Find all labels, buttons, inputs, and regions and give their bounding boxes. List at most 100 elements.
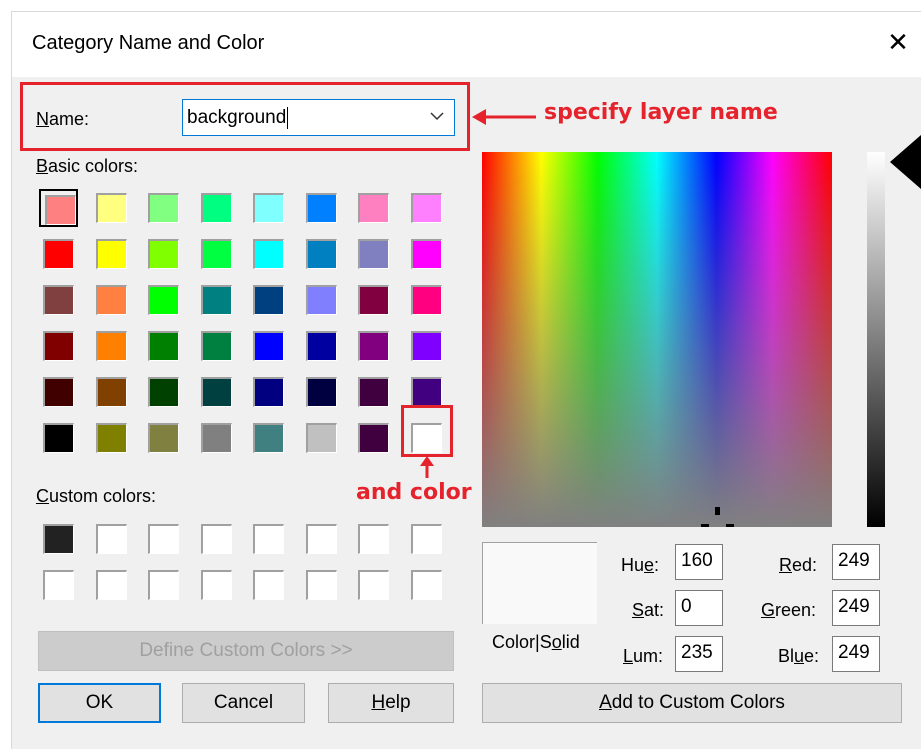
close-icon[interactable]: ✕ (883, 28, 913, 58)
basic-color-swatch[interactable] (197, 235, 236, 273)
define-custom-colors-button[interactable]: Define Custom Colors >> (38, 631, 454, 671)
luminance-slider[interactable] (867, 152, 885, 527)
basic-color-swatch-fill (253, 331, 284, 361)
basic-color-swatch[interactable] (354, 235, 393, 273)
basic-color-swatch[interactable] (407, 189, 446, 227)
basic-color-swatch[interactable] (302, 235, 341, 273)
basic-color-swatch[interactable] (197, 373, 236, 411)
custom-color-swatch[interactable] (197, 566, 236, 604)
basic-color-swatch-fill (43, 239, 74, 269)
basic-color-swatch[interactable] (39, 419, 78, 457)
custom-color-swatch[interactable] (354, 520, 393, 558)
basic-color-swatch[interactable] (354, 327, 393, 365)
basic-color-swatch[interactable] (197, 281, 236, 319)
basic-color-swatch[interactable] (197, 189, 236, 227)
basic-color-swatch[interactable] (354, 419, 393, 457)
basic-color-swatch[interactable] (92, 281, 131, 319)
color-highlight-box (401, 405, 453, 457)
basic-color-swatch[interactable] (92, 419, 131, 457)
blue-label: Blue: (778, 646, 820, 666)
basic-color-swatch[interactable] (302, 327, 341, 365)
basic-color-swatch[interactable] (144, 281, 183, 319)
crosshair-icon[interactable] (698, 502, 738, 527)
basic-color-swatch[interactable] (407, 327, 446, 365)
custom-color-swatch[interactable] (249, 520, 288, 558)
basic-color-swatch-fill (358, 193, 389, 223)
basic-color-swatch[interactable] (249, 235, 288, 273)
name-highlight-box (20, 82, 470, 151)
basic-color-swatch[interactable] (302, 373, 341, 411)
basic-color-swatch[interactable] (302, 189, 341, 227)
custom-color-swatch[interactable] (39, 520, 78, 558)
lum-input[interactable]: 235 (675, 636, 723, 672)
basic-color-swatch[interactable] (249, 373, 288, 411)
basic-color-swatch[interactable] (197, 419, 236, 457)
basic-color-swatch[interactable] (407, 235, 446, 273)
basic-color-swatch[interactable] (249, 281, 288, 319)
help-button[interactable]: Help (328, 683, 454, 723)
basic-color-swatch[interactable] (144, 327, 183, 365)
basic-color-swatch-fill (200, 423, 232, 453)
basic-color-swatch-fill (95, 331, 127, 361)
basic-color-swatch[interactable] (197, 327, 236, 365)
basic-color-swatch[interactable] (144, 373, 183, 411)
basic-color-swatch[interactable] (92, 235, 131, 273)
basic-color-swatch[interactable] (249, 419, 288, 457)
custom-color-swatch-fill (253, 570, 284, 600)
red-input[interactable]: 249 (832, 544, 880, 580)
arrow-up-icon (420, 456, 434, 478)
basic-color-swatch[interactable] (249, 327, 288, 365)
basic-color-swatch[interactable] (92, 327, 131, 365)
basic-color-swatch[interactable] (354, 189, 393, 227)
basic-color-swatch-fill (410, 331, 442, 361)
custom-color-swatch-fill (410, 570, 442, 600)
basic-color-swatch[interactable] (39, 327, 78, 365)
basic-color-swatch[interactable] (407, 281, 446, 319)
sat-input[interactable]: 0 (675, 590, 723, 626)
custom-color-swatch[interactable] (354, 566, 393, 604)
custom-color-swatch[interactable] (92, 520, 131, 558)
add-to-custom-colors-button[interactable]: Add to Custom Colors (482, 683, 902, 723)
basic-color-swatch[interactable] (39, 189, 78, 227)
basic-color-swatch[interactable] (144, 235, 183, 273)
custom-color-swatch[interactable] (302, 566, 341, 604)
blue-input[interactable]: 249 (832, 636, 880, 672)
basic-color-swatch-fill (95, 193, 127, 223)
basic-color-swatch[interactable] (39, 373, 78, 411)
arrow-left-icon (472, 109, 536, 125)
custom-color-swatch[interactable] (39, 566, 78, 604)
luminance-arrow-icon[interactable] (890, 135, 921, 189)
cancel-button[interactable]: Cancel (182, 683, 305, 723)
green-input[interactable]: 249 (832, 590, 880, 626)
basic-color-swatch-fill (200, 285, 232, 315)
color-solid-label: Color|Solid (492, 632, 580, 652)
custom-color-swatch[interactable] (407, 566, 446, 604)
basic-color-swatch[interactable] (302, 281, 341, 319)
basic-color-swatch[interactable] (354, 373, 393, 411)
custom-color-swatch[interactable] (144, 520, 183, 558)
color-spectrum[interactable] (482, 152, 832, 527)
custom-color-swatch[interactable] (302, 520, 341, 558)
basic-color-swatch[interactable] (92, 373, 131, 411)
custom-color-swatch[interactable] (249, 566, 288, 604)
custom-color-swatch[interactable] (92, 566, 131, 604)
hue-input[interactable]: 160 (675, 544, 723, 580)
custom-color-swatch[interactable] (197, 520, 236, 558)
basic-color-swatch[interactable] (92, 189, 131, 227)
custom-color-swatch-fill (148, 570, 179, 600)
custom-color-swatch[interactable] (407, 520, 446, 558)
basic-color-swatch-fill (200, 193, 232, 223)
custom-color-swatch[interactable] (144, 566, 183, 604)
basic-color-swatch[interactable] (354, 281, 393, 319)
basic-color-swatch[interactable] (39, 235, 78, 273)
basic-color-swatch[interactable] (144, 419, 183, 457)
basic-color-swatch[interactable] (39, 281, 78, 319)
basic-color-swatch-fill (43, 377, 74, 407)
basic-color-swatch-fill (358, 377, 389, 407)
basic-color-swatch[interactable] (249, 189, 288, 227)
basic-color-swatch[interactable] (144, 189, 183, 227)
ok-button[interactable]: OK (38, 683, 161, 723)
basic-color-swatch[interactable] (302, 419, 341, 457)
basic-color-swatch-fill (148, 423, 179, 453)
basic-color-swatch-fill (253, 193, 284, 223)
